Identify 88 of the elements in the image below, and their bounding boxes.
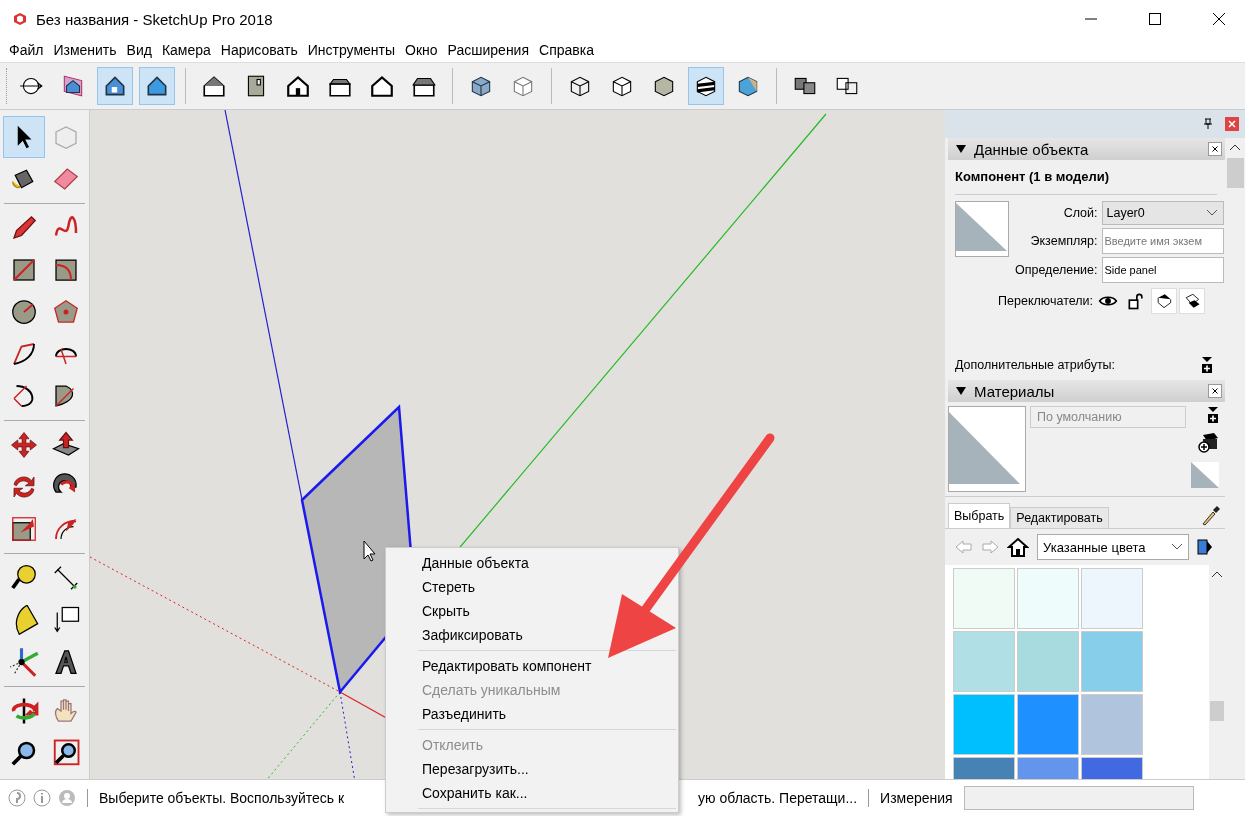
window-title: Без названия - SketchUp Pro 2018 [36, 10, 273, 28]
field-label: Слой: [1063, 206, 1098, 220]
collapse-triangle-icon[interactable] [956, 144, 966, 154]
eyedropper-icon[interactable] [1201, 504, 1221, 526]
field-label: Определение: [1015, 263, 1098, 277]
menu-item[interactable]: Инструменты [302, 42, 401, 58]
context-menu-item[interactable]: Сохранить как... [388, 781, 676, 805]
status-message: ую область. Перетащи... [698, 790, 858, 806]
axes-icon [9, 647, 39, 677]
house-icon [285, 73, 311, 99]
padlock-icon [1126, 291, 1146, 311]
scroll-up-icon[interactable] [1212, 571, 1222, 577]
measurements-label: Измерения [880, 790, 953, 806]
striped-cube-button[interactable] [688, 67, 724, 105]
color-swatch[interactable] [1017, 694, 1079, 755]
menu-item[interactable]: Нарисовать [215, 42, 303, 58]
create-material-icon[interactable] [1197, 432, 1219, 454]
color-swatch[interactable] [953, 631, 1015, 692]
context-menu-item[interactable]: Скрыть [388, 599, 676, 623]
color-swatch[interactable] [1081, 694, 1143, 755]
scale-icon [9, 514, 39, 544]
house-button[interactable] [97, 67, 133, 105]
color-swatch[interactable] [1017, 631, 1079, 692]
home-icon[interactable] [1007, 536, 1029, 558]
expand-icon[interactable] [1201, 356, 1213, 374]
expand-icon[interactable] [1207, 406, 1219, 424]
close-icon[interactable] [1213, 13, 1225, 25]
scrollbar-thumb[interactable] [1210, 701, 1224, 721]
menu-item[interactable]: Справка [534, 42, 599, 58]
zoom-window-icon [51, 738, 81, 768]
color-swatch[interactable] [953, 568, 1015, 629]
color-swatch[interactable] [953, 694, 1015, 755]
cursor-icon [363, 540, 376, 562]
orbit-icon [9, 696, 39, 726]
panel-title: Материалы [974, 382, 1055, 400]
context-menu-item[interactable]: Стереть [388, 575, 676, 599]
menu-item[interactable]: Расширения [442, 42, 535, 58]
scrollbar-thumb[interactable] [1226, 158, 1244, 188]
measurements-field[interactable] [963, 786, 1194, 810]
layer-dropdown[interactable]: Layer0 [1101, 201, 1224, 225]
shadow-receive-toggle[interactable] [1179, 288, 1205, 314]
material-name-field[interactable]: По умолчанию [1030, 406, 1186, 428]
tab[interactable]: Редактировать [1010, 507, 1109, 528]
arrow-cursor-tool[interactable] [3, 116, 45, 158]
chevron-down-icon [1172, 544, 1182, 550]
color-swatch[interactable] [1017, 568, 1079, 629]
entity-heading: Компонент (1 в модели) [955, 166, 1217, 195]
pin-icon[interactable] [1203, 118, 1213, 130]
house-icon [369, 73, 395, 99]
menu-item[interactable]: Изменить [48, 42, 122, 58]
move-icon [9, 430, 39, 460]
app-logo-icon [12, 11, 28, 27]
shadow-cast-toggle[interactable] [1151, 288, 1177, 314]
collection-dropdown[interactable]: Указанные цвета [1037, 534, 1189, 560]
context-menu-item[interactable]: Разъединить [388, 702, 676, 726]
close-icon[interactable] [1208, 142, 1222, 156]
circle-icon [9, 297, 39, 327]
house-button[interactable] [139, 67, 175, 105]
maximize-icon[interactable] [1149, 13, 1161, 25]
advanced-attributes-label: Дополнительные атрибуты: [955, 358, 1116, 372]
context-menu-item[interactable]: Зафиксировать [388, 623, 676, 647]
field-label: Переключатели: [998, 294, 1093, 308]
context-menu-item[interactable]: Данные объекта [388, 551, 676, 575]
context-menu-item[interactable]: Редактировать компонент [388, 654, 676, 678]
default-material-swatch[interactable] [1191, 462, 1219, 488]
context-menu-item[interactable]: Перезагрузить... [388, 757, 676, 781]
component-thumbnail [955, 201, 1009, 257]
panel-title: Данные объекта [974, 140, 1089, 158]
details-arrow-icon[interactable] [1197, 537, 1213, 557]
definition-name-field[interactable]: Side panel [1101, 257, 1224, 283]
chevron-down-icon [1206, 210, 1217, 216]
close-icon[interactable] [1208, 384, 1222, 398]
color-swatch[interactable] [1081, 631, 1143, 692]
menu-item[interactable]: Файл [4, 42, 49, 58]
collapse-triangle-icon[interactable] [956, 386, 966, 396]
menu-item[interactable]: Окно [400, 42, 443, 58]
instance-name-field[interactable]: Введите имя экзем [1101, 228, 1224, 254]
panel-header[interactable]: Данные объекта [948, 138, 1225, 160]
menu-item[interactable]: Вид [121, 42, 157, 58]
tab[interactable]: Выбрать [948, 503, 1011, 528]
dimension-icon [51, 563, 81, 593]
status-message: Выберите объекты. Воспользуйтесь к [99, 790, 345, 806]
field-label: Экземпляр: [1030, 234, 1098, 248]
info-icon[interactable] [33, 789, 51, 807]
color-swatch[interactable] [1081, 568, 1143, 629]
menu-item[interactable]: Камера [156, 42, 216, 58]
scroll-up-icon[interactable] [1230, 144, 1240, 150]
panel-header[interactable]: Материалы [948, 380, 1225, 402]
